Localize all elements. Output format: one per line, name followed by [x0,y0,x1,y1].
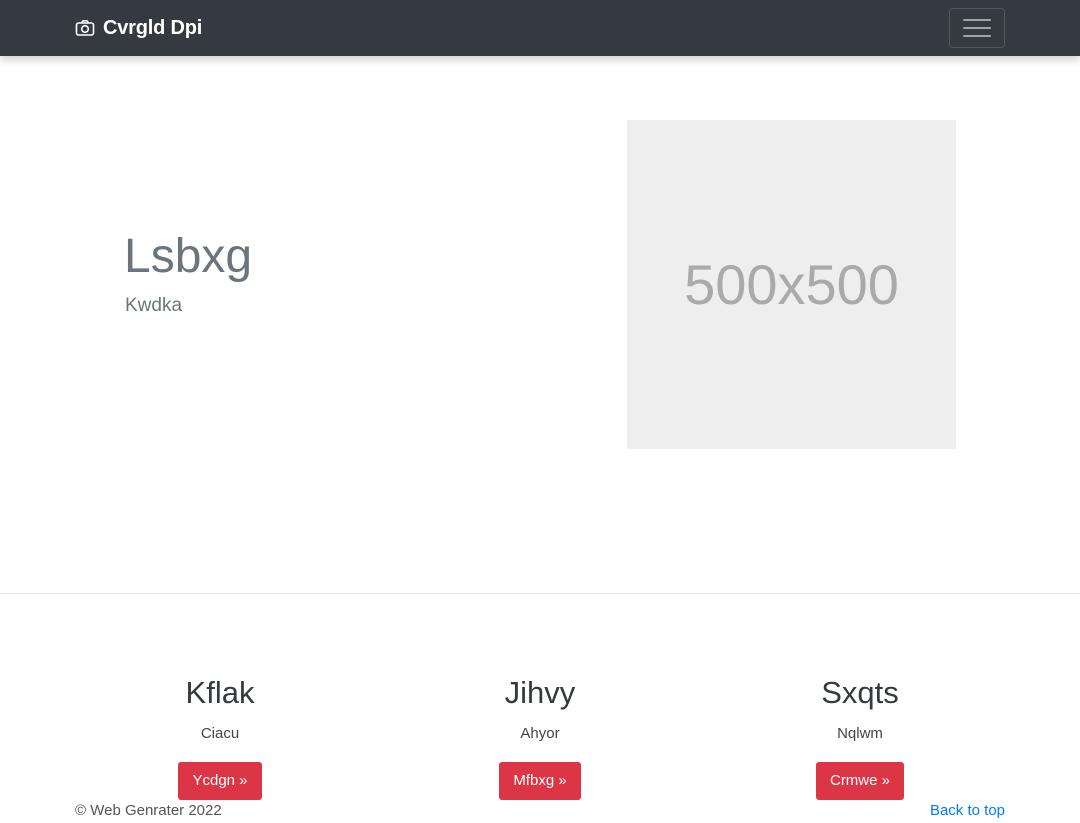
feature-text: Ciacu [200,725,240,743]
feature-column-3: Sxqts Nqlwm Crmwe » [700,674,1020,801]
feature-title: Jihvy [504,675,576,710]
hamburger-menu-icon [963,17,991,39]
feature-text: Ahyor [520,725,560,743]
camera-icon [75,18,95,38]
brand-name: Cvrgld Dpi [103,16,203,39]
top-navbar: Cvrgld Dpi [0,0,1080,56]
feature-button[interactable]: Ycdgn » [178,762,262,801]
feature-title: Sxqts [821,675,899,710]
navbar-toggler-button[interactable] [949,8,1005,48]
hero-image-placeholder: 500x500 [627,120,956,449]
brand-link[interactable]: Cvrgld Dpi [75,14,202,42]
back-to-top-link[interactable]: Back to top [930,802,1005,819]
hero-title: Lsbxg [124,230,253,283]
copyright-text: © Web Genrater 2022 [75,802,222,819]
placeholder-label: 500x500 [684,253,899,316]
feature-column-1: Kflak Ciacu Ycdgn » [60,674,380,801]
section-divider [0,593,1080,594]
feature-button[interactable]: Mfbxg » [499,762,581,801]
feature-button[interactable]: Crmwe » [815,762,904,801]
hero-subtitle: Kwdka [125,295,183,316]
feature-column-2: Jihvy Ahyor Mfbxg » [380,674,700,801]
feature-title: Kflak [185,675,255,710]
feature-text: Nqlwm [837,725,883,743]
